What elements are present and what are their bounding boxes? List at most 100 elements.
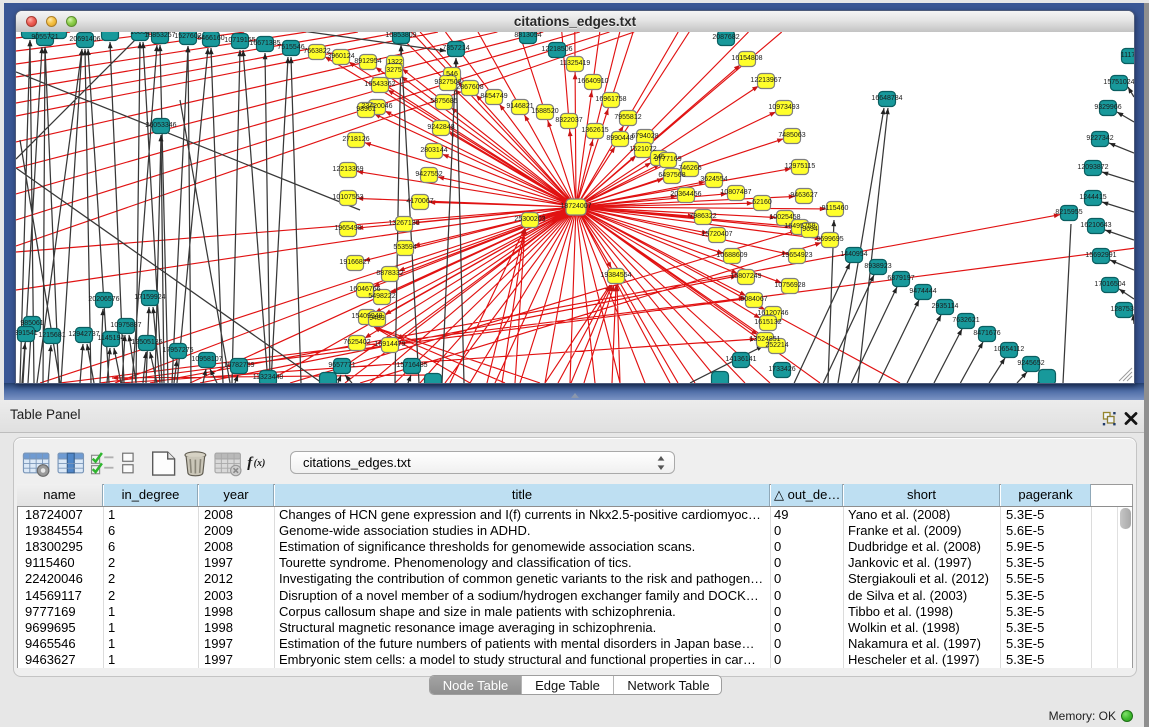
svg-text:9657771: 9657771 (328, 362, 355, 369)
svg-text:12942737: 12942737 (68, 331, 99, 338)
svg-text:746266: 746266 (678, 165, 701, 172)
svg-text:10107553: 10107553 (332, 194, 363, 201)
svg-text:9227342: 9227342 (1086, 135, 1113, 142)
svg-text:20691406: 20691406 (69, 36, 100, 43)
svg-text:7986322: 7986322 (689, 213, 716, 220)
svg-text:3624554: 3624554 (700, 176, 727, 183)
svg-text:10688609: 10688609 (716, 252, 747, 259)
svg-text:9489: 9489 (369, 315, 385, 322)
svg-text:62160: 62160 (752, 199, 772, 206)
svg-text:2087682: 2087682 (712, 34, 739, 41)
svg-text:11323448: 11323448 (253, 374, 284, 381)
svg-text:8813054: 8813054 (514, 32, 541, 39)
svg-text:1733426: 1733426 (768, 366, 795, 373)
svg-text:16914479: 16914479 (374, 341, 405, 348)
svg-text:1244415: 1244415 (1079, 194, 1106, 201)
svg-text:1362615: 1362615 (581, 127, 608, 134)
svg-text:3960124: 3960124 (327, 53, 354, 60)
svg-text:19384554: 19384554 (600, 272, 631, 279)
svg-text:10853809: 10853809 (385, 32, 416, 39)
svg-text:16961758: 16961758 (595, 96, 626, 103)
svg-text:8215955: 8215955 (1055, 209, 1082, 216)
svg-text:17016504: 17016504 (1094, 281, 1125, 288)
svg-text:10654112: 10654112 (994, 346, 1025, 353)
svg-text:10853257: 10853257 (144, 32, 175, 39)
svg-text:10975887: 10975887 (110, 322, 141, 329)
svg-text:7485063: 7485063 (778, 132, 805, 139)
svg-text:16154808: 16154808 (731, 55, 762, 62)
svg-text:9084067: 9084067 (740, 296, 767, 303)
svg-text:10807487: 10807487 (720, 189, 751, 196)
svg-text:8938923: 8938923 (864, 263, 891, 270)
svg-text:7357214: 7357214 (442, 45, 469, 52)
svg-text:16120746: 16120746 (757, 310, 788, 317)
svg-text:10973493: 10973493 (768, 104, 799, 111)
svg-text:16210643: 16210643 (1080, 222, 1111, 229)
svg-text:252214: 252214 (765, 342, 788, 349)
svg-text:391541: 391541 (16, 330, 38, 337)
svg-text:12218506: 12218506 (541, 46, 572, 53)
svg-text:5875685: 5875685 (430, 98, 457, 105)
svg-text:2867608: 2867608 (456, 84, 483, 91)
svg-text:5498222: 5498222 (368, 293, 395, 300)
svg-text:9474444: 9474444 (909, 288, 936, 295)
svg-text:8990448: 8990448 (606, 135, 633, 142)
svg-text:2718126: 2718126 (342, 136, 369, 143)
svg-text:14136141: 14136141 (725, 356, 756, 363)
svg-text:3275: 3275 (386, 67, 402, 74)
svg-text:1965498: 1965498 (334, 225, 361, 232)
svg-text:1615132: 1615132 (754, 319, 781, 326)
svg-text:11325419: 11325419 (560, 60, 591, 67)
svg-text:1287534: 1287534 (1110, 306, 1134, 313)
svg-text:9329966: 9329966 (1094, 104, 1121, 111)
svg-text:8454749: 8454749 (480, 93, 507, 100)
svg-text:26053346: 26053346 (145, 122, 176, 129)
svg-text:12213369: 12213369 (332, 166, 363, 173)
svg-text:1621072: 1621072 (629, 146, 656, 153)
svg-text:553594: 553594 (393, 244, 416, 251)
svg-text:9245652: 9245652 (1017, 360, 1044, 367)
svg-text:98961: 98961 (356, 106, 376, 113)
svg-text:16543362: 16543362 (364, 81, 395, 88)
svg-text:25300203: 25300203 (514, 216, 545, 223)
svg-text:6794028: 6794028 (631, 133, 658, 140)
svg-text:8471676: 8471676 (973, 330, 1000, 337)
svg-text:9055721: 9055721 (31, 34, 58, 41)
svg-text:4170067: 4170067 (406, 198, 433, 205)
svg-text:19654923: 19654923 (781, 252, 812, 259)
svg-text:11172: 11172 (1121, 52, 1134, 59)
svg-text:7632621: 7632621 (952, 317, 979, 324)
svg-text:7955812: 7955812 (614, 114, 641, 121)
svg-text:1322: 1322 (387, 59, 403, 66)
svg-text:13267130: 13267130 (388, 220, 419, 227)
svg-text:15807249: 15807249 (730, 273, 761, 280)
svg-text:15716485: 15716485 (396, 362, 427, 369)
svg-text:546: 546 (446, 71, 458, 78)
svg-text:16671385: 16671385 (249, 40, 280, 47)
svg-text:12093872: 12093872 (1077, 164, 1108, 171)
svg-text:9146821: 9146821 (506, 103, 533, 110)
svg-text:18724007: 18724007 (560, 203, 591, 210)
svg-text:20364456: 20364456 (670, 191, 701, 198)
svg-text:16648784: 16648784 (871, 95, 902, 102)
svg-text:(x): (x) (254, 458, 266, 469)
svg-text:985061: 985061 (20, 320, 43, 327)
svg-text:16782759: 16782759 (223, 362, 254, 369)
svg-text:1215681: 1215681 (38, 332, 65, 339)
svg-text:10958107: 10958107 (191, 356, 222, 363)
svg-text:8322037: 8322037 (555, 117, 582, 124)
svg-text:12213967: 12213967 (750, 77, 781, 84)
svg-text:6466160: 6466160 (197, 35, 224, 42)
svg-text:17957275: 17957275 (162, 347, 193, 354)
svg-text:8912954: 8912954 (354, 58, 381, 65)
svg-text:20206576: 20206576 (88, 296, 119, 303)
svg-text:9699695: 9699695 (816, 236, 843, 243)
svg-text:2935114: 2935114 (932, 303, 959, 310)
svg-text:9694: 9694 (802, 226, 818, 233)
svg-text:7625402: 7625402 (343, 339, 370, 346)
svg-text:1440954: 1440954 (840, 251, 867, 258)
svg-text:15751024: 15751024 (1103, 79, 1134, 86)
svg-text:8878332: 8878332 (376, 270, 403, 277)
svg-text:9777169: 9777169 (654, 156, 681, 163)
svg-text:17159924: 17159924 (134, 294, 165, 301)
